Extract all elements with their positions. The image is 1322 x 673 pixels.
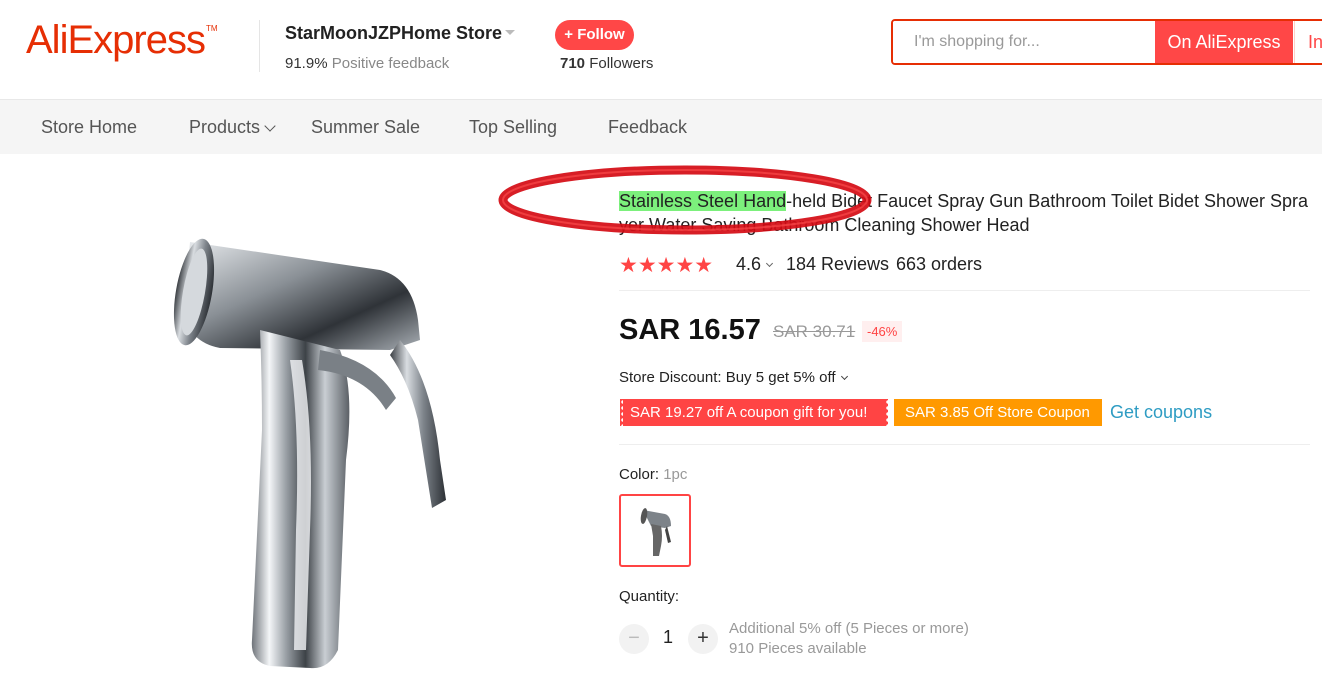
store-name[interactable]: StarMoonJZPHome Store [285, 23, 502, 44]
coupon-gift[interactable]: SAR 19.27 off A coupon gift for you! [620, 399, 888, 426]
followers-label: Followers [589, 55, 654, 72]
orders-count: 663 orders [896, 254, 983, 274]
quantity-label: Quantity: [619, 588, 680, 605]
store-feedback: 91.9% Positive feedback [285, 55, 449, 72]
discount-badge: -46% [862, 321, 903, 342]
store-discount-text: Store Discount: Buy 5 get 5% off [619, 369, 836, 386]
nav-summer-sale[interactable]: Summer Sale [311, 117, 420, 138]
color-swatch-1pc[interactable] [619, 494, 691, 567]
color-label: Color: 1pc [619, 466, 687, 483]
search-in-store-button[interactable]: In this store [1294, 21, 1322, 63]
rating-stars-icon: ★★★★★ [619, 254, 714, 277]
current-price: SAR 16.57 [619, 314, 761, 346]
quantity-value[interactable]: 1 [660, 627, 676, 648]
followers-count: 710 Followers [560, 55, 653, 72]
search-input[interactable] [893, 21, 1155, 63]
reviews-link[interactable]: 184 Reviews [786, 254, 889, 275]
swatch-thumbnail-icon [640, 508, 671, 556]
logo-text: AliExpress [26, 18, 206, 62]
color-label-text: Color: [619, 466, 660, 483]
rating-value[interactable]: 4.6 [736, 254, 774, 275]
search-bar: On AliExpress In this store [891, 19, 1322, 65]
quantity-decrease-button[interactable]: − [619, 624, 649, 654]
color-value: 1pc [663, 466, 688, 483]
rating-number: 4.6 [736, 254, 762, 274]
divider [619, 444, 1310, 445]
nav-products[interactable]: Products [189, 117, 276, 138]
original-price: SAR 30.71 [773, 322, 856, 341]
get-coupons-link[interactable]: Get coupons [1110, 402, 1212, 423]
product-title: Stainless Steel Hand-held Bidet Faucet S… [619, 189, 1309, 237]
follow-button[interactable]: + Follow [555, 20, 634, 50]
search-on-aliexpress-button[interactable]: On AliExpress [1155, 21, 1293, 63]
nav-top-selling[interactable]: Top Selling [469, 117, 557, 138]
chevron-down-icon [264, 120, 276, 132]
divider [619, 290, 1310, 291]
nav-products-label: Products [189, 117, 261, 137]
trademark-mark: TM [205, 24, 218, 33]
bulk-discount-note: Additional 5% off (5 Pieces or more) [729, 620, 969, 637]
feedback-value: 91.9% [285, 55, 328, 72]
product-image[interactable] [150, 230, 470, 673]
nav-store-home[interactable]: Store Home [41, 117, 137, 138]
quantity-increase-button[interactable]: + [688, 624, 718, 654]
store-nav: Store Home Products Summer Sale Top Sell… [0, 100, 1322, 154]
store-coupon[interactable]: SAR 3.85 Off Store Coupon [894, 399, 1102, 426]
chevron-down-icon [765, 259, 774, 268]
feedback-label: Positive feedback [331, 55, 450, 72]
stock-available-note: 910 Pieces available [729, 640, 867, 657]
followers-number: 710 [560, 55, 586, 72]
nav-feedback[interactable]: Feedback [608, 117, 687, 138]
chevron-down-icon [840, 372, 848, 381]
aliexpress-logo[interactable]: AliExpressTM [26, 18, 218, 63]
store-discount[interactable]: Store Discount: Buy 5 get 5% off [619, 369, 848, 386]
site-header: AliExpressTM StarMoonJZPHome Store 91.9%… [0, 0, 1322, 100]
coupon-gift-text: SAR 19.27 off A coupon gift for you! [630, 404, 868, 421]
header-divider [259, 20, 260, 72]
store-dropdown-caret-icon[interactable] [505, 30, 515, 35]
title-highlighted-text: Stainless Steel Hand [619, 191, 787, 211]
